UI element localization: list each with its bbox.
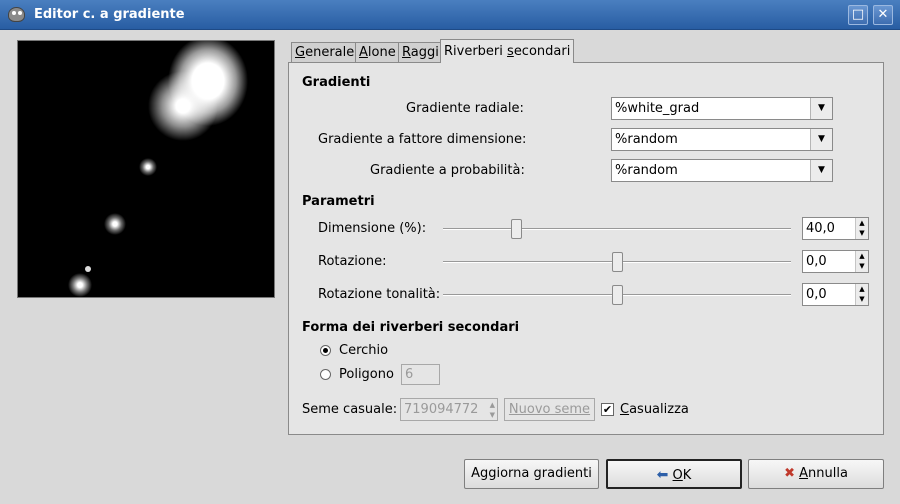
size-slider[interactable]: [443, 228, 791, 230]
chevron-down-icon: ▼: [810, 129, 832, 150]
randomize-checkbox[interactable]: ✔: [601, 403, 614, 416]
title-bar: Editor c. a gradiente □ ✕: [0, 0, 900, 30]
radial-gradient-select[interactable]: %white_grad ▼: [611, 97, 833, 120]
chevron-down-icon: ▼: [810, 160, 832, 181]
refresh-gradients-button[interactable]: Aggiorna gradienti: [464, 459, 599, 489]
spin-arrows-icon[interactable]: ▲ ▼: [855, 251, 868, 272]
flare-glow: [68, 273, 92, 297]
hue-rotation-slider-handle[interactable]: [612, 285, 623, 305]
cancel-button[interactable]: ✖ Annulla: [748, 459, 884, 489]
seed-label: Seme casuale:: [302, 402, 398, 417]
new-seed-button: Nuovo seme: [504, 398, 595, 421]
spin-arrows-icon[interactable]: ▲ ▼: [855, 218, 868, 239]
circle-label[interactable]: Cerchio: [339, 343, 388, 358]
radial-gradient-label: Gradiente radiale:: [406, 101, 524, 116]
close-button[interactable]: ✕: [873, 5, 893, 25]
window-title: Editor c. a gradiente: [34, 7, 185, 22]
size-label: Dimensione (%):: [318, 221, 427, 236]
flare-preview: [17, 40, 275, 298]
probability-gradient-select[interactable]: %random ▼: [611, 159, 833, 182]
seed-spinbox: 719094772 ▲ ▼: [400, 398, 498, 421]
randomize-label[interactable]: Casualizza: [620, 402, 689, 417]
arrow-back-icon: ⬅: [656, 467, 669, 483]
ok-button[interactable]: ⬅ OK: [606, 459, 742, 489]
spin-arrows-icon[interactable]: ▲ ▼: [855, 284, 868, 305]
tab-raggi[interactable]: Raggi: [398, 42, 443, 63]
tab-riverberi-secondari[interactable]: Riverberi secondari: [440, 39, 575, 63]
flare-glow: [139, 158, 157, 176]
probability-gradient-label: Gradiente a probabilità:: [370, 163, 525, 178]
cancel-icon: ✖: [784, 466, 795, 481]
rotation-slider-handle[interactable]: [612, 252, 623, 272]
size-slider-handle[interactable]: [511, 219, 522, 239]
size-spinbox[interactable]: 40,0 ▲ ▼: [802, 217, 869, 240]
hue-rotation-spinbox[interactable]: 0,0 ▲ ▼: [802, 283, 869, 306]
rotation-label: Rotazione:: [318, 254, 387, 269]
flare-glow: [104, 213, 126, 235]
flare-glow: [85, 266, 91, 272]
polygon-sides-input: 6: [401, 364, 440, 385]
parameters-heading: Parametri: [302, 194, 375, 209]
spin-arrows-icon: ▲ ▼: [489, 401, 495, 419]
polygon-label[interactable]: Poligono: [339, 367, 394, 382]
gradients-heading: Gradienti: [302, 75, 371, 90]
size-factor-gradient-select[interactable]: %random ▼: [611, 128, 833, 151]
size-factor-gradient-label: Gradiente a fattore dimensione:: [318, 132, 527, 147]
tab-generale[interactable]: Generale: [291, 42, 359, 63]
gimp-app-icon[interactable]: [8, 7, 25, 22]
flare-glow: [148, 71, 218, 141]
polygon-radio[interactable]: [320, 369, 331, 380]
maximize-button[interactable]: □: [848, 5, 868, 25]
circle-radio[interactable]: [320, 345, 331, 356]
shape-heading: Forma dei riverberi secondari: [302, 320, 520, 335]
chevron-down-icon: ▼: [810, 98, 832, 119]
rotation-spinbox[interactable]: 0,0 ▲ ▼: [802, 250, 869, 273]
tab-alone[interactable]: Alone: [355, 42, 400, 63]
hue-rotation-label: Rotazione tonalità:: [318, 287, 441, 302]
